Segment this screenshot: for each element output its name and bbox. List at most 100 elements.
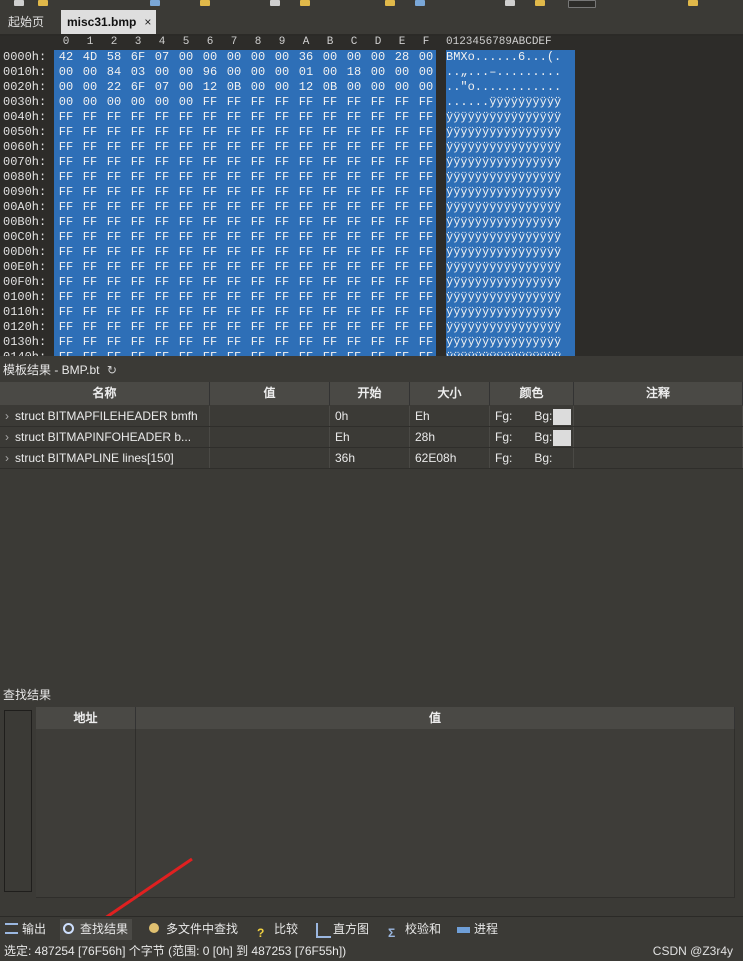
tab-find-in-files[interactable]: 多文件中查找 <box>146 919 242 940</box>
hex-bytes[interactable]: FFFFFFFFFFFFFFFFFFFFFFFFFFFFFFFF <box>54 170 436 185</box>
hex-byte[interactable]: FF <box>414 245 438 259</box>
hex-byte[interactable]: FF <box>222 140 246 154</box>
hex-byte[interactable]: FF <box>390 125 414 139</box>
hex-bytes[interactable]: FFFFFFFFFFFFFFFFFFFFFFFFFFFFFFFF <box>54 140 436 155</box>
close-icon[interactable]: × <box>144 10 151 34</box>
hex-byte[interactable]: FF <box>318 305 342 319</box>
hex-byte[interactable]: FF <box>222 245 246 259</box>
hex-byte[interactable]: FF <box>318 200 342 214</box>
hex-byte[interactable]: 00 <box>390 80 414 94</box>
hex-byte[interactable]: FF <box>174 320 198 334</box>
hex-byte[interactable]: FF <box>198 110 222 124</box>
hex-byte[interactable]: FF <box>174 245 198 259</box>
hex-byte[interactable]: FF <box>126 200 150 214</box>
toolbar-icon[interactable] <box>300 0 310 6</box>
hex-byte[interactable]: 00 <box>54 80 78 94</box>
hex-byte[interactable]: FF <box>126 260 150 274</box>
hex-byte[interactable]: FF <box>390 305 414 319</box>
hex-byte[interactable]: 00 <box>270 50 294 64</box>
hex-byte[interactable]: 22 <box>102 80 126 94</box>
hex-byte[interactable]: FF <box>222 350 246 356</box>
hex-byte[interactable]: 00 <box>174 95 198 109</box>
hex-byte[interactable]: FF <box>366 275 390 289</box>
hex-byte[interactable]: FF <box>294 230 318 244</box>
hex-byte[interactable]: FF <box>294 200 318 214</box>
ascii-text[interactable]: ÿÿÿÿÿÿÿÿÿÿÿÿÿÿÿÿ <box>446 230 575 245</box>
hex-byte[interactable]: FF <box>270 335 294 349</box>
hex-byte[interactable]: FF <box>294 215 318 229</box>
hex-byte[interactable]: FF <box>366 155 390 169</box>
hex-byte[interactable]: FF <box>78 335 102 349</box>
hex-byte[interactable]: FF <box>78 200 102 214</box>
hex-byte[interactable]: 00 <box>102 95 126 109</box>
column-header-name[interactable]: 名称 <box>0 382 210 405</box>
hex-byte[interactable]: FF <box>414 260 438 274</box>
hex-byte[interactable]: FF <box>54 155 78 169</box>
toolbar-icon[interactable] <box>270 0 280 6</box>
hex-bytes[interactable]: FFFFFFFFFFFFFFFFFFFFFFFFFFFFFFFF <box>54 335 436 350</box>
bg-color-swatch[interactable] <box>553 429 572 446</box>
hex-byte[interactable]: FF <box>174 155 198 169</box>
ascii-text[interactable]: ÿÿÿÿÿÿÿÿÿÿÿÿÿÿÿÿ <box>446 200 575 215</box>
hex-byte[interactable]: FF <box>246 320 270 334</box>
ascii-text[interactable]: ÿÿÿÿÿÿÿÿÿÿÿÿÿÿÿÿ <box>446 290 575 305</box>
hex-byte[interactable]: FF <box>270 215 294 229</box>
refresh-icon[interactable]: ↻ <box>107 363 117 377</box>
hex-byte[interactable]: FF <box>366 185 390 199</box>
hex-byte[interactable]: FF <box>126 170 150 184</box>
hex-byte[interactable]: 03 <box>126 65 150 79</box>
hex-byte[interactable]: FF <box>246 305 270 319</box>
hex-byte[interactable]: FF <box>222 335 246 349</box>
hex-byte[interactable]: FF <box>366 95 390 109</box>
hex-byte[interactable]: FF <box>414 350 438 356</box>
tab-find-results[interactable]: 查找结果 <box>60 919 133 940</box>
hex-byte[interactable]: FF <box>150 185 174 199</box>
hex-byte[interactable]: FF <box>78 185 102 199</box>
hex-byte[interactable]: FF <box>126 350 150 356</box>
hex-byte[interactable]: FF <box>246 110 270 124</box>
hex-byte[interactable]: FF <box>366 215 390 229</box>
hex-byte[interactable]: FF <box>318 290 342 304</box>
hex-byte[interactable]: FF <box>270 140 294 154</box>
toolbar-icon[interactable] <box>385 0 395 6</box>
hex-byte[interactable]: FF <box>366 260 390 274</box>
hex-byte[interactable]: FF <box>54 335 78 349</box>
hex-byte[interactable]: 00 <box>174 80 198 94</box>
hex-byte[interactable]: FF <box>318 125 342 139</box>
hex-byte[interactable]: FF <box>198 230 222 244</box>
hex-byte[interactable]: FF <box>78 245 102 259</box>
hex-byte[interactable]: FF <box>150 305 174 319</box>
hex-byte[interactable]: FF <box>246 200 270 214</box>
hex-byte[interactable]: FF <box>78 320 102 334</box>
toolbar-dropdown[interactable] <box>568 0 596 8</box>
hex-byte[interactable]: 00 <box>78 80 102 94</box>
ascii-text[interactable]: ......ÿÿÿÿÿÿÿÿÿÿ <box>446 95 575 110</box>
hex-byte[interactable]: FF <box>54 185 78 199</box>
hex-byte[interactable]: FF <box>270 230 294 244</box>
hex-byte[interactable]: FF <box>78 260 102 274</box>
hex-byte[interactable]: 84 <box>102 65 126 79</box>
hex-byte[interactable]: FF <box>294 125 318 139</box>
hex-byte[interactable]: FF <box>78 110 102 124</box>
toolbar-icon[interactable] <box>150 0 160 6</box>
hex-byte[interactable]: FF <box>318 335 342 349</box>
hex-byte[interactable]: FF <box>150 260 174 274</box>
hex-byte[interactable]: FF <box>54 260 78 274</box>
hex-byte[interactable]: FF <box>150 200 174 214</box>
hex-byte[interactable]: FF <box>270 245 294 259</box>
hex-bytes[interactable]: FFFFFFFFFFFFFFFFFFFFFFFFFFFFFFFF <box>54 275 436 290</box>
hex-byte[interactable]: FF <box>78 125 102 139</box>
column-header-color[interactable]: 颜色 <box>490 382 574 405</box>
hex-byte[interactable]: FF <box>150 215 174 229</box>
hex-byte[interactable]: FF <box>222 260 246 274</box>
hex-byte[interactable]: 4D <box>78 50 102 64</box>
hex-byte[interactable]: FF <box>126 155 150 169</box>
hex-byte[interactable]: 0B <box>318 80 342 94</box>
hex-byte[interactable]: FF <box>342 155 366 169</box>
column-header-size[interactable]: 大小 <box>410 382 490 405</box>
hex-byte[interactable]: FF <box>294 110 318 124</box>
hex-byte[interactable]: FF <box>270 350 294 356</box>
hex-byte[interactable]: FF <box>318 110 342 124</box>
tab-histogram[interactable]: 直方图 <box>313 919 373 940</box>
hex-byte[interactable]: FF <box>390 95 414 109</box>
